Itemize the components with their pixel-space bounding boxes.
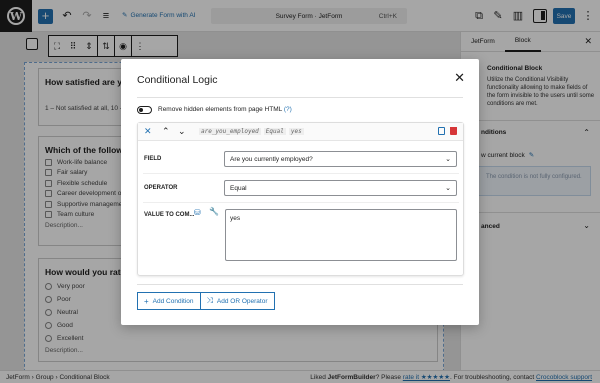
value-to-compare-label: VALUE TO COM... [144, 212, 195, 218]
move-up-chevron-icon[interactable]: ⌃ [162, 126, 170, 136]
operator-select[interactable]: Equal ⌄ [224, 180, 457, 196]
summary-value: yes [288, 128, 304, 135]
add-or-operator-button[interactable]: ⤨ Add OR Operator [200, 292, 275, 310]
close-icon[interactable]: ✕ [454, 71, 465, 84]
field-select[interactable]: Are you currently employed? ⌄ [224, 151, 457, 167]
chevron-down-icon: ⌄ [445, 185, 451, 192]
toggle-text: Remove hidden elements from page HTML [158, 106, 283, 113]
field-label: FIELD [144, 156, 162, 162]
wrench-icon[interactable]: 🔧 [209, 207, 219, 216]
operator-label: OPERATOR [144, 185, 178, 191]
add-condition-label: Add Condition [152, 297, 194, 305]
move-down-chevron-icon[interactable]: ⌄ [178, 126, 186, 136]
field-select-value: Are you currently employed? [230, 155, 313, 163]
modal-divider [137, 97, 463, 98]
summary-operator: Equal [263, 128, 286, 135]
modal-title: Conditional Logic [137, 74, 218, 86]
condition-actions: + Add Condition ⤨ Add OR Operator [137, 292, 275, 310]
summary-field: are_you_employed [199, 128, 261, 135]
condition-header[interactable]: ✕ ⌃ ⌄ are_you_employed Equal yes [138, 123, 463, 141]
shuffle-icon: ⤨ [206, 296, 213, 305]
delete-trash-icon[interactable] [450, 127, 457, 135]
copy-icon[interactable] [438, 127, 445, 135]
remove-hidden-toggle[interactable] [137, 106, 152, 114]
operator-select-value: Equal [230, 184, 247, 192]
row-divider [143, 202, 459, 203]
remove-hidden-label: Remove hidden elements from page HTML (?… [158, 106, 292, 113]
database-icon[interactable]: ⛁ [194, 208, 201, 217]
value-textarea[interactable]: yes [225, 209, 457, 261]
row-divider [143, 173, 459, 174]
add-or-label: Add OR Operator [216, 297, 268, 305]
collapse-close-icon[interactable]: ✕ [144, 126, 152, 136]
help-link[interactable]: (?) [284, 106, 292, 113]
add-condition-button[interactable]: + Add Condition [137, 292, 201, 310]
conditional-logic-modal: Conditional Logic ✕ Remove hidden elemen… [121, 59, 479, 325]
condition-summary: are_you_employed Equal yes [199, 128, 307, 135]
chevron-down-icon: ⌄ [445, 156, 451, 163]
modal-divider [137, 284, 463, 285]
plus-icon: + [144, 296, 149, 306]
